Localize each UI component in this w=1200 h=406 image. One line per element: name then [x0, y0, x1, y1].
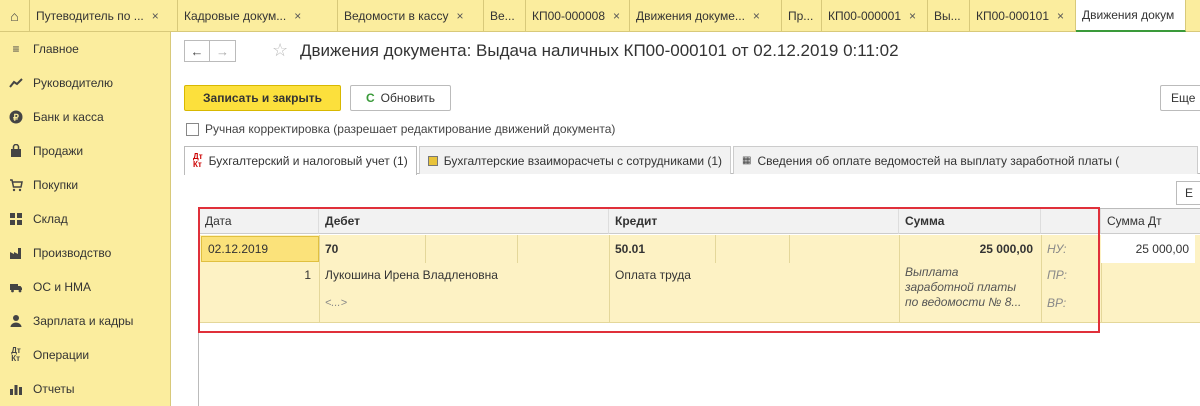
page-title: Движения документа: Выдача наличных КП00…	[300, 41, 899, 60]
sidebar-item-operations[interactable]: Дт Кт Операции	[0, 338, 170, 372]
tab-label: Вы...	[934, 9, 961, 23]
sidebar-item-label: Главное	[33, 42, 79, 56]
close-icon[interactable]: ×	[909, 9, 916, 23]
window-tab[interactable]: КП00-000001 ×	[822, 0, 928, 32]
sidebar-item-manager[interactable]: Руководителю	[0, 66, 170, 100]
tab-label: Ведомости в кассу	[344, 9, 449, 23]
menu-lines-icon: ≡	[12, 42, 20, 56]
tab-label: Путеводитель по ...	[36, 9, 144, 23]
bag-icon	[7, 142, 25, 160]
sidebar-item-label: Склад	[33, 212, 68, 226]
column-header-sum-dt[interactable]: Сумма Дт	[1101, 209, 1200, 234]
truck-icon	[7, 278, 25, 296]
window-tab[interactable]: Ведомости в кассу ×	[338, 0, 484, 32]
ruble-icon: ₽	[7, 108, 25, 126]
refresh-button[interactable]: C Обновить	[350, 85, 451, 111]
refresh-icon: C	[365, 91, 375, 105]
more-button[interactable]: Еще	[1160, 85, 1200, 111]
sidebar-item-label: Отчеты	[33, 382, 75, 396]
grid-more-button[interactable]: Е	[1176, 181, 1200, 205]
tab-label: Бухгалтерские взаиморасчеты с сотрудника…	[443, 153, 723, 168]
close-icon[interactable]: ×	[152, 9, 159, 23]
sidebar-item-label: Зарплата и кадры	[33, 314, 134, 328]
tab-label: Движения докум	[1082, 8, 1175, 22]
sidebar-item-label: ОС и НМА	[33, 280, 92, 294]
save-and-close-button[interactable]: Записать и закрыть	[184, 85, 341, 111]
tab-label: Ве...	[490, 9, 515, 23]
register-icon	[427, 155, 438, 166]
sidebar-item-label: Банк и касса	[33, 110, 104, 124]
sidebar-item-label: Покупки	[33, 178, 79, 192]
favorite-star-icon[interactable]: ☆	[272, 40, 288, 61]
sidebar-item-purchases[interactable]: Покупки	[0, 168, 170, 202]
sidebar-item-sales[interactable]: Продажи	[0, 134, 170, 168]
tab-label: КП00-000101	[976, 9, 1050, 23]
highlight-frame	[198, 207, 1100, 333]
back-arrow-icon[interactable]: ←	[184, 40, 210, 62]
sum-dt-cell[interactable]: 25 000,00	[1101, 235, 1195, 263]
window-tab[interactable]: Путеводитель по ... ×	[30, 0, 178, 32]
sidebar: ≡ Главное Руководителю ₽ Банк и касса Пр…	[0, 32, 171, 406]
window-tab-bar: ⌂ Путеводитель по ... × Кадровые докум...…	[0, 0, 1200, 32]
window-tab[interactable]: Движения докуме... ×	[630, 0, 782, 32]
sidebar-item-label: Операции	[33, 348, 90, 362]
close-icon[interactable]: ×	[1057, 9, 1064, 23]
dtkt-icon: Дт Кт	[193, 152, 203, 169]
window-tab[interactable]: КП00-000101 ×	[970, 0, 1076, 32]
sidebar-item-assets[interactable]: ОС и НМА	[0, 270, 170, 304]
tab-label: КП00-000008	[532, 9, 606, 23]
tab-label: Движения докуме...	[636, 9, 745, 23]
close-icon[interactable]: ×	[294, 9, 301, 23]
sidebar-item-label: Продажи	[33, 144, 84, 158]
manual-correction-row: Ручная корректировка (разрешает редактир…	[186, 122, 615, 136]
tab-accounting[interactable]: Дт Кт Бухгалтерский и налоговый учет (1)	[184, 146, 417, 175]
tab-label: КП00-000001	[828, 9, 902, 23]
tab-payroll-payments[interactable]: ▦ Сведения об оплате ведомостей на выпла…	[733, 146, 1198, 174]
sidebar-item-bank[interactable]: ₽ Банк и касса	[0, 100, 170, 134]
refresh-label: Обновить	[380, 91, 435, 105]
window-tab[interactable]: Вы...	[928, 0, 970, 32]
window-tab[interactable]: Ве...	[484, 0, 526, 32]
factory-icon	[7, 244, 25, 262]
manual-correction-checkbox[interactable]	[186, 122, 199, 136]
tab-employee-settlements[interactable]: Бухгалтерские взаиморасчеты с сотрудника…	[418, 146, 732, 174]
close-icon[interactable]: ×	[456, 9, 463, 23]
manual-correction-label: Ручная корректировка (разрешает редактир…	[205, 122, 616, 136]
window-tab[interactable]: Пр...	[782, 0, 822, 32]
trend-icon	[7, 74, 25, 92]
register-tabs: Дт Кт Бухгалтерский и налоговый учет (1) …	[184, 146, 1200, 175]
bar-chart-icon	[7, 380, 25, 398]
tab-label: Бухгалтерский и налоговый учет (1)	[208, 154, 408, 168]
sidebar-item-main[interactable]: ≡ Главное	[0, 32, 170, 66]
sidebar-item-label: Руководителю	[33, 76, 114, 90]
window-tab[interactable]: КП00-000008 ×	[526, 0, 630, 32]
sidebar-item-label: Производство	[33, 246, 112, 260]
sidebar-item-salary[interactable]: Зарплата и кадры	[0, 304, 170, 338]
forward-arrow-icon[interactable]: →	[210, 40, 236, 62]
tab-label: Кадровые докум...	[184, 9, 287, 23]
sidebar-item-warehouse[interactable]: Склад	[0, 202, 170, 236]
person-icon	[7, 312, 25, 330]
history-nav: ← →	[184, 40, 236, 62]
close-icon[interactable]: ×	[753, 9, 760, 23]
window-tab[interactable]: Кадровые докум... ×	[178, 0, 338, 32]
svg-text:₽: ₽	[13, 113, 19, 123]
window-tab-active[interactable]: Движения докум	[1076, 0, 1186, 32]
cart-icon	[7, 176, 25, 194]
table-icon: ▦	[742, 155, 752, 166]
tab-label: Сведения об оплате ведомостей на выплату…	[757, 153, 1120, 168]
sidebar-item-reports[interactable]: Отчеты	[0, 372, 170, 406]
tab-label: Пр...	[788, 9, 814, 23]
dtkt-icon: Дт Кт	[11, 346, 21, 363]
home-icon[interactable]: ⌂	[0, 0, 30, 32]
warehouse-icon	[7, 210, 25, 228]
close-icon[interactable]: ×	[613, 9, 620, 23]
sidebar-item-production[interactable]: Производство	[0, 236, 170, 270]
